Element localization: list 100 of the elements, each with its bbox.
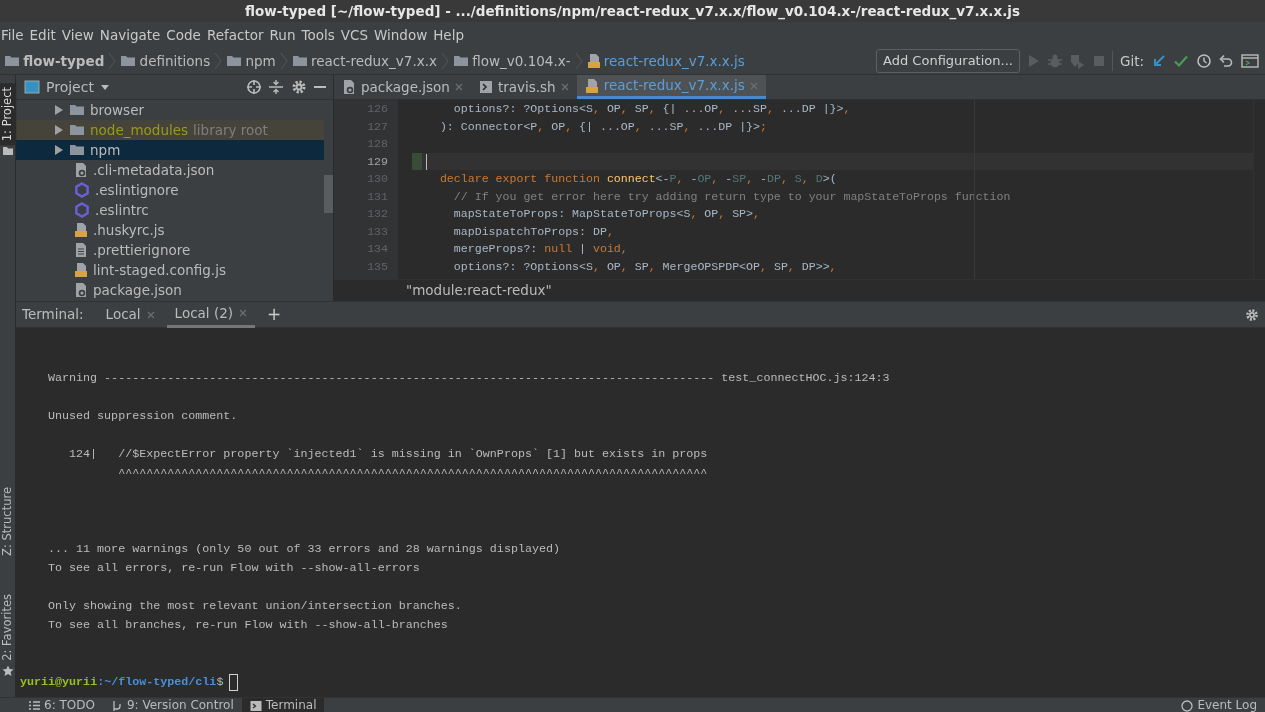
window-icon (24, 79, 40, 95)
menu-item[interactable]: VCS (339, 24, 373, 46)
tree-item[interactable]: .eslintrc (16, 200, 324, 220)
add-configuration-button[interactable]: Add Configuration... (876, 49, 1020, 73)
breadcrumb-item[interactable]: flow-typed (4, 50, 105, 72)
git-label: Git: (1112, 50, 1144, 72)
new-tab-button[interactable]: + (259, 301, 290, 328)
menu-item[interactable]: Tools (300, 24, 340, 46)
text-cursor (426, 153, 427, 170)
terminal-cursor (229, 674, 239, 691)
undo-icon[interactable] (1218, 53, 1234, 69)
menu-item[interactable]: Help (432, 24, 469, 46)
window-title: flow-typed [~/flow-typed] - .../definitions/npm/react-redux_v7.x.x/flow_v0.104.x-/react-redux_v7.x.x.js (0, 0, 1265, 22)
tree-item[interactable]: browser (16, 100, 324, 120)
terminal-line: Warning --------------------------------------------------------------------------------------- test_connectHOC.js:124:3 (48, 370, 890, 387)
terminal-line: ^^^^^^^^^^^^^^^^^^^^^^^^^^^^^^^^^^^^^^^^^^^^^^^^^^^^^^^^^^^^^^^^^^^^^^^^^^^^^^^^^^^^ (117, 465, 708, 482)
tool-window-button[interactable]: 9: Version Control (102, 698, 242, 712)
breadcrumb-item[interactable]: flow_v0.104.x- (452, 50, 571, 72)
tool-window-button[interactable]: Terminal (241, 698, 325, 712)
terminal-icon (249, 699, 262, 712)
close-icon[interactable] (560, 83, 569, 91)
scrollbar-thumb[interactable] (324, 175, 333, 213)
json-file-icon (74, 282, 88, 298)
js-file-icon (584, 77, 599, 94)
tree-item[interactable]: .prettierignore (16, 240, 324, 260)
tool-window-tab[interactable]: 2: Favorites (0, 590, 17, 665)
menu-item[interactable]: Code (165, 24, 206, 46)
tool-window-button[interactable]: 6: TODO (20, 698, 103, 712)
shell-prompt: yurii@yurii:~/flow-typed/cli$ (20, 674, 224, 691)
js-file-icon (586, 53, 601, 69)
breadcrumb-item[interactable]: react-redux_v7.x.x.js (586, 50, 745, 72)
code-line: // If you get error here try adding return type to your mapStateToProps function (452, 188, 1011, 205)
breadcrumb-item[interactable]: definitions (120, 50, 211, 72)
check-icon[interactable] (1173, 53, 1189, 69)
terminal-line: ... 11 more warnings (only 50 out of 33 errors and 28 warnings displayed) (48, 541, 560, 558)
panel-title: Terminal: (22, 305, 84, 325)
code-line: declare export function connect<-P, -OP, -SP, -DP, S, D>( (438, 171, 837, 187)
branch-icon (110, 699, 123, 712)
terminal-window-icon[interactable] (1240, 53, 1259, 69)
terminal-line: Only showing the most relevant union/intersection branches. (48, 598, 462, 615)
caret-icon[interactable] (99, 83, 110, 91)
tool-window-tab[interactable]: 1: Project (0, 83, 17, 146)
clock-icon[interactable] (1195, 53, 1212, 69)
crosshair-icon[interactable] (245, 79, 262, 95)
hexagon-ring-icon (74, 182, 90, 198)
code-line: mapDispatchToProps: DP, (452, 223, 614, 240)
close-icon[interactable] (146, 310, 155, 319)
code-line: options?: ?Options<S, OP, SP, MergeOPSPDP<OP, SP, DP>>, (452, 258, 837, 275)
folder-icon (291, 53, 308, 69)
code-line: mergeProps?: null | void, (452, 241, 628, 257)
menu-item[interactable]: Refactor (205, 24, 269, 46)
change-marker (412, 152, 422, 170)
terminal-file-icon (478, 80, 493, 94)
menu-item[interactable]: View (60, 24, 99, 46)
collapse-icon[interactable] (268, 79, 284, 95)
tree-item[interactable]: package.json (16, 280, 324, 300)
tree-item[interactable]: .eslintignore (16, 180, 324, 200)
terminal-line: To see all branches, re-run Flow with --show-all-branches (48, 617, 448, 634)
tree-item[interactable]: .cli-metadata.json (16, 160, 324, 180)
code-line: mapStateToProps: MapStateToProps<S, OP, SP>, (452, 206, 760, 222)
panel-title[interactable]: Project (46, 76, 94, 98)
editor-tab[interactable]: package.json (334, 75, 471, 99)
tool-window-tab[interactable]: Z: Structure (0, 483, 17, 561)
list-icon (28, 699, 40, 712)
folder-icon (69, 122, 85, 138)
menu-item[interactable]: Run (268, 24, 301, 46)
breadcrumb-item[interactable]: react-redux_v7.x.x (291, 50, 437, 72)
close-icon[interactable] (239, 309, 247, 317)
code-line: options?: ?Options<S, OP, SP, {| ...OP, ...SP, ...DP |}>, (452, 101, 851, 117)
folder-icon (452, 53, 469, 69)
line-number: 129 (366, 153, 388, 170)
settings-icon[interactable] (290, 79, 307, 95)
code-line: ): Connector<P, OP, {| ...OP, ...SP, ...DP |}>; (438, 118, 767, 135)
menu-item[interactable]: Navigate (98, 24, 166, 46)
tree-item[interactable]: npm (16, 140, 324, 160)
folder-icon (120, 53, 137, 69)
js-file-icon (74, 262, 88, 278)
tool-window-button[interactable]: Event Log (1173, 698, 1265, 712)
menu-item[interactable]: Window (372, 24, 433, 46)
js-file-icon (74, 222, 88, 238)
folder-icon (69, 142, 85, 158)
json-file-icon (74, 162, 88, 178)
menu-item[interactable]: File (0, 24, 29, 46)
speech-bubble-icon (1181, 699, 1194, 712)
tree-item[interactable]: lint-staged.config.js (16, 260, 324, 280)
menu-item[interactable]: Edit (28, 24, 61, 46)
editor-tab[interactable]: travis.sh (470, 75, 577, 99)
folder-icon (226, 53, 243, 69)
settings-icon[interactable] (1245, 308, 1259, 323)
terminal-tab[interactable]: Local (97, 301, 163, 328)
hexagon-ring-icon (74, 202, 90, 218)
folder-icon (4, 53, 20, 69)
tree-item[interactable]: .huskyrc.js (16, 220, 324, 240)
close-icon[interactable] (454, 83, 463, 91)
terminal-line: To see all errors, re-run Flow with --show-all-errors (48, 560, 420, 577)
breadcrumb-item[interactable]: npm (226, 50, 276, 72)
terminal-line: 124| //$ExpectError property `injected1` is missing in `OwnProps` [1] but exists in props (68, 446, 708, 463)
json-file-icon (342, 79, 356, 95)
tree-item[interactable]: node_modules library root (16, 120, 324, 140)
terminal-line: Unused suppression comment. (48, 408, 238, 425)
